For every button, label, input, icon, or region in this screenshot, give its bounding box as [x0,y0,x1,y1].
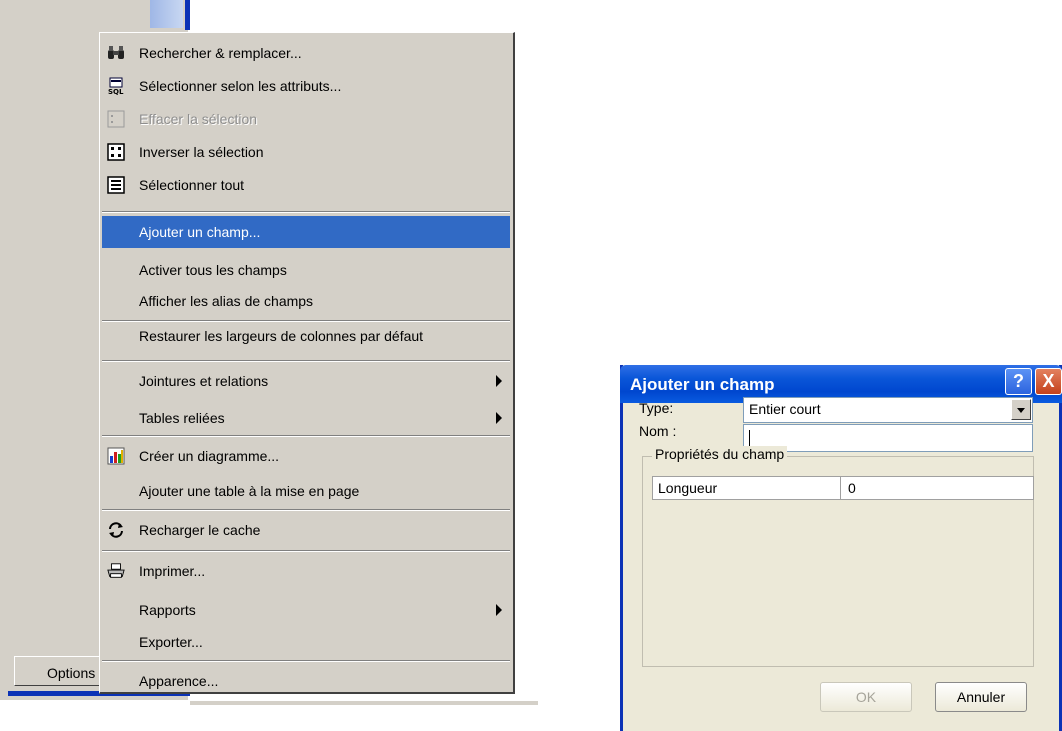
menu-item-reports[interactable]: Rapports [102,594,510,626]
menu-item-select-all[interactable]: Sélectionner tout [102,169,510,201]
help-button[interactable]: ? [1005,368,1032,395]
menu-separator [102,660,510,662]
menu-item-add-field[interactable]: Ajouter un champ... [102,216,510,248]
submenu-arrow-icon [496,412,502,424]
background-selection-strip [150,0,183,28]
printer-icon [107,562,125,580]
clear-selection-icon [107,110,125,128]
menu-item-appearance[interactable]: Apparence... [102,665,510,697]
menu-separator [102,435,510,437]
menu-item-export[interactable]: Exporter... [102,626,510,658]
menu-item-select-by-attributes[interactable]: SQL Sélectionner selon les attributs... [102,70,510,102]
ok-button[interactable]: OK [820,682,912,712]
context-menu: Rechercher & remplacer... SQL Sélectionn… [99,32,515,694]
menu-item-add-table-to-layout[interactable]: Ajouter une table à la mise en page [102,475,510,507]
menu-item-switch-selection[interactable]: Inverser la sélection [102,136,510,168]
svg-text:SQL: SQL [108,88,124,95]
menu-item-find-replace[interactable]: Rechercher & remplacer... [102,37,510,69]
menu-item-reload-cache[interactable]: Recharger le cache [102,514,510,546]
property-name: Longueur [658,480,718,496]
binoculars-icon [107,44,125,62]
menu-item-turn-all-fields-on[interactable]: Activer tous les champs [102,254,510,286]
window-border [185,0,190,30]
property-divider [840,477,841,499]
switch-selection-icon [107,143,125,161]
property-value[interactable]: 0 [848,480,856,496]
text-caret [749,430,750,447]
menu-separator [102,509,510,511]
type-label: Type: [639,400,674,416]
dropdown-arrow-icon[interactable] [1011,399,1031,420]
submenu-arrow-icon [496,604,502,616]
select-all-icon [107,176,125,194]
close-button[interactable]: X [1035,368,1062,395]
menu-separator [102,550,510,552]
menu-item-clear-selection[interactable]: Effacer la sélection [102,103,510,135]
menu-item-print[interactable]: Imprimer... [102,555,510,587]
cancel-button[interactable]: Annuler [935,682,1027,712]
type-selected-value: Entier court [749,401,821,417]
sql-select-icon: SQL [107,77,125,95]
reload-icon [107,521,125,539]
menu-item-joins-relates[interactable]: Jointures et relations [102,365,510,397]
menu-item-related-tables[interactable]: Tables reliées [102,402,510,434]
menu-item-create-graph[interactable]: Créer un diagramme... [102,440,510,472]
dialog-title: Ajouter un champ [630,375,775,394]
chart-icon [107,447,125,465]
menu-item-restore-column-widths[interactable]: Restaurer les largeurs de colonnes par d… [102,298,510,344]
group-title: Propriétés du champ [652,446,788,462]
name-label: Nom : [639,423,677,439]
menu-separator [102,360,510,362]
menu-separator [102,211,510,213]
status-bar [190,700,538,705]
submenu-arrow-icon [496,375,502,387]
